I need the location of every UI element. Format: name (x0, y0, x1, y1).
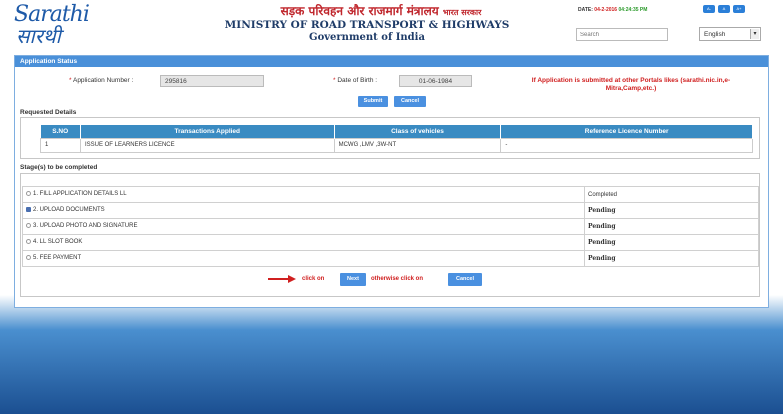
language-select[interactable]: English ▾ (699, 27, 761, 41)
stage-row[interactable]: 1. FILL APPLICATION DETAILS LL Completed (22, 186, 759, 203)
stage-label: 3. UPLOAD PHOTO AND SIGNATURE (33, 223, 138, 230)
stages-title: Stage(s) to be completed (20, 164, 98, 171)
chevron-down-icon[interactable]: ▾ (750, 29, 759, 39)
panel-title: Application Status (15, 56, 768, 67)
portal-notice: If Application is submitted at other Por… (531, 77, 731, 92)
column-header: Class of vehicles (334, 125, 502, 138)
click-on-text: click on (302, 276, 325, 282)
hindi-ministry-title: सड़क परिवहन और राजमार्ग मंत्रालय भारत सर… (236, 2, 526, 19)
logo-text-hi: सारथी (16, 24, 61, 48)
otherwise-text: otherwise click on (371, 276, 424, 282)
requested-details-title: Requested Details (20, 109, 77, 116)
date-time-display: DATE: 04-2-2016 04:24:35 PM (578, 7, 647, 13)
search-input[interactable] (576, 28, 668, 41)
cancel-next-button[interactable]: Cancel (448, 273, 482, 286)
stage-radio[interactable] (26, 191, 31, 197)
hindi-title-text: सड़क परिवहन और राजमार्ग मंत्रालय (280, 4, 439, 18)
stage-status: Pending (584, 218, 759, 235)
stage-label: 5. FEE PAYMENT (33, 255, 82, 262)
date-value: 04-2-2016 (594, 7, 618, 13)
stage-label: 4. LL SLOT BOOK (33, 239, 83, 246)
stage-label: 2. UPLOAD DOCUMENTS (33, 207, 105, 214)
font-decrease-button[interactable]: A- (703, 5, 715, 13)
stage-label: 1. FILL APPLICATION DETAILS LL (33, 191, 127, 198)
stage-status: Pending (584, 202, 759, 219)
stage-row[interactable]: 2. UPLOAD DOCUMENTS Pending (22, 202, 759, 219)
language-value: English (704, 31, 726, 38)
stage-row[interactable]: 5. FEE PAYMENT Pending (22, 250, 759, 267)
cancel-button[interactable]: Cancel (394, 96, 426, 107)
font-normal-button[interactable]: A (718, 5, 730, 13)
arrow-right-icon (268, 275, 296, 283)
time-value: 04:24:35 PM (618, 7, 648, 13)
stage-radio[interactable] (26, 255, 31, 261)
font-increase-button[interactable]: A+ (733, 5, 745, 13)
date-label: DATE: (578, 7, 593, 13)
submit-button[interactable]: Submit (358, 96, 388, 107)
app-number-label-text: Application Number : (72, 77, 134, 84)
column-header: Reference Licence Number (500, 125, 753, 138)
sarathi-logo[interactable]: Sarathi सारथी (14, 2, 90, 48)
hindi-sub-text: भारत सरकार (442, 7, 482, 17)
dob-label: * Date of Birth : (333, 77, 378, 84)
next-button[interactable]: Next (340, 273, 366, 286)
column-header: Transactions Applied (80, 125, 335, 138)
stage-status: Pending (584, 250, 759, 267)
dob-label-text: Date of Birth : (337, 77, 378, 84)
table-cell: MCWG ,LMV ,3W-NT (333, 137, 502, 153)
table-row: 1 ISSUE OF LEARNERS LICENCE MCWG ,LMV ,3… (40, 137, 753, 153)
app-number-field[interactable]: 295816 (160, 75, 264, 87)
font-size-controls: A- A A+ (703, 5, 745, 13)
next-action-row: click on Next otherwise click on Cancel (268, 273, 508, 287)
app-number-label: * Application Number : (69, 77, 134, 84)
table-cell: - (500, 137, 753, 153)
table-cell: 1 (40, 137, 81, 153)
stages-table: 1. FILL APPLICATION DETAILS LL Completed… (22, 186, 759, 267)
application-status-panel: Application Status * Application Number … (14, 55, 769, 308)
table-cell: ISSUE OF LEARNERS LICENCE (79, 137, 335, 153)
stage-row[interactable]: 3. UPLOAD PHOTO AND SIGNATURE Pending (22, 218, 759, 235)
stage-row[interactable]: 4. LL SLOT BOOK Pending (22, 234, 759, 251)
stage-radio-selected[interactable] (26, 207, 31, 213)
stage-status: Pending (584, 234, 759, 251)
government-subtitle: Government of India (309, 32, 425, 43)
stage-status: Completed (584, 186, 759, 203)
site-header: Sarathi सारथी सड़क परिवहन और राजमार्ग मं… (0, 0, 783, 50)
ministry-title: MINISTRY OF ROAD TRANSPORT & HIGHWAYS (224, 19, 510, 31)
column-header: S.NO (40, 125, 81, 138)
stage-radio[interactable] (26, 239, 31, 245)
stage-radio[interactable] (26, 223, 31, 229)
dob-field[interactable]: 01-06-1984 (399, 75, 472, 87)
requested-details-table: S.NO Transactions Applied Class of vehic… (40, 125, 753, 153)
